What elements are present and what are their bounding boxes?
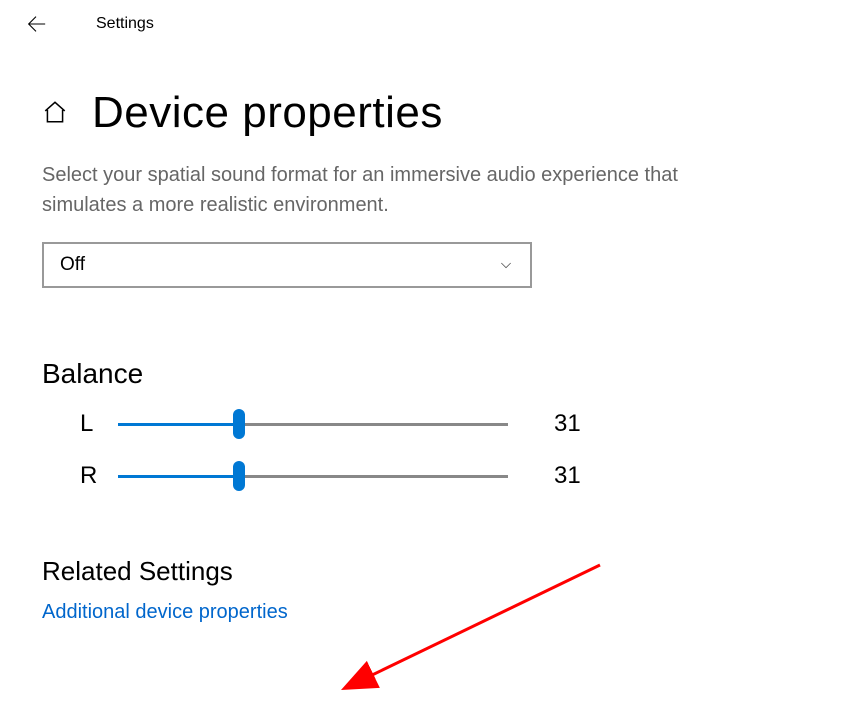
slider-fill: [118, 475, 239, 478]
back-button[interactable]: [24, 12, 48, 36]
page-title: Device properties: [92, 88, 443, 138]
page-description: Select your spatial sound format for an …: [42, 160, 762, 220]
balance-right-row: R 31: [42, 462, 807, 490]
related-settings-heading: Related Settings: [42, 556, 807, 587]
related-settings-section: Related Settings Additional device prope…: [42, 556, 807, 624]
balance-right-value: 31: [554, 462, 594, 490]
slider-thumb[interactable]: [233, 409, 245, 439]
additional-device-properties-link[interactable]: Additional device properties: [42, 601, 807, 624]
balance-right-slider[interactable]: [118, 462, 508, 490]
balance-left-slider[interactable]: [118, 410, 508, 438]
balance-left-label: L: [80, 410, 114, 438]
home-button[interactable]: [42, 99, 70, 127]
home-icon: [42, 99, 68, 125]
titlebar: Settings: [0, 0, 849, 48]
balance-right-label: R: [80, 462, 114, 490]
page-header: Device properties: [42, 88, 807, 138]
slider-thumb[interactable]: [233, 461, 245, 491]
slider-fill: [118, 423, 239, 426]
spatial-sound-dropdown[interactable]: Off: [42, 242, 532, 288]
content-area: Device properties Select your spatial so…: [0, 48, 849, 624]
dropdown-selected-value: Off: [60, 254, 85, 276]
arrow-left-icon: [25, 13, 47, 35]
balance-left-value: 31: [554, 410, 594, 438]
balance-heading: Balance: [42, 358, 807, 390]
balance-section: Balance L 31 R 31: [42, 358, 807, 490]
chevron-down-icon: [498, 257, 514, 273]
titlebar-label: Settings: [96, 15, 154, 33]
balance-left-row: L 31: [42, 410, 807, 438]
